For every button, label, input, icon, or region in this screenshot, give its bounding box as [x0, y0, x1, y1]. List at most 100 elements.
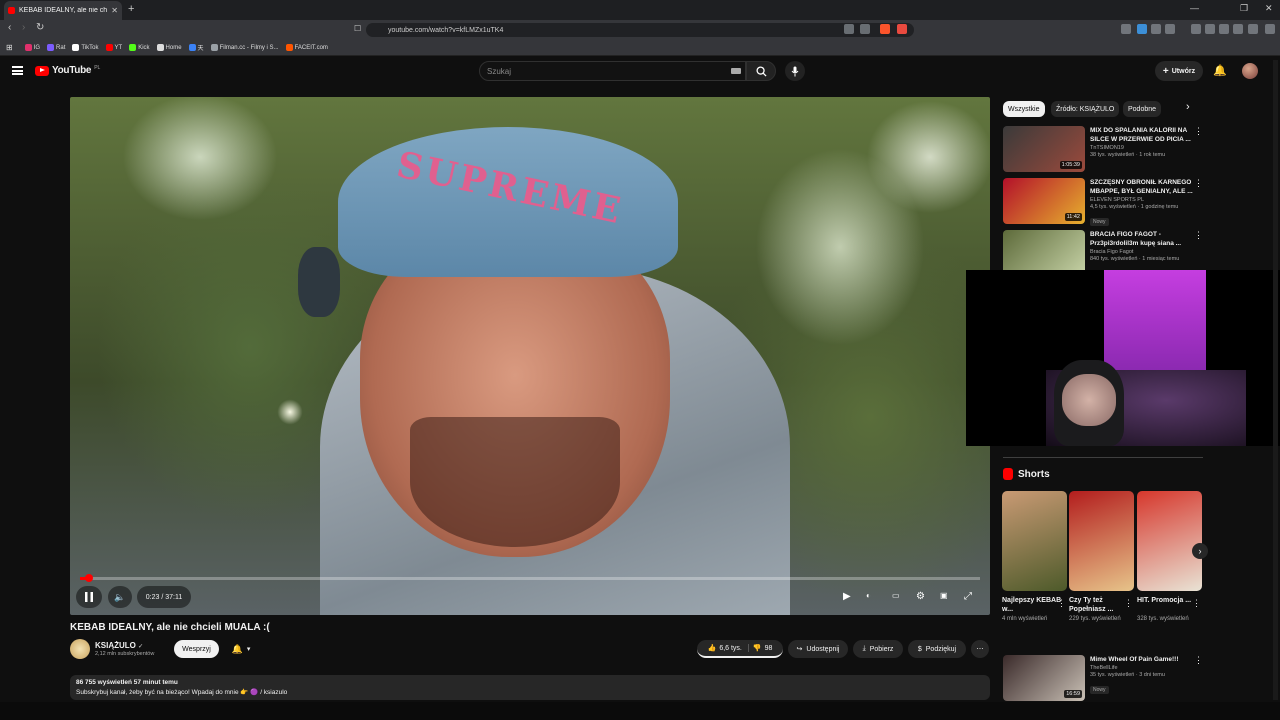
bookmark-favicon-icon: [156, 44, 164, 51]
more-vert-icon[interactable]: ⋮: [1194, 230, 1203, 241]
extension-icon[interactable]: [1165, 24, 1175, 34]
channel-name[interactable]: ELEVEN SPORTS PL: [1090, 197, 1200, 203]
youtube-logo[interactable]: YouTube PL: [35, 65, 100, 76]
description-box[interactable]: 86 755 wyświetleń 57 minut temu Subskryb…: [70, 675, 990, 700]
more-vert-icon[interactable]: ⋮: [1124, 598, 1133, 609]
more-vert-icon[interactable]: ⋮: [1194, 178, 1203, 189]
settings-gear-icon[interactable]: ⚙: [916, 591, 925, 602]
chips-next-icon[interactable]: ›: [1186, 101, 1190, 113]
video-title[interactable]: SZCZĘSNY OBRONIŁ KARNEGO MBAPPE, BYŁ GEN…: [1090, 178, 1200, 196]
chip-source-channel[interactable]: Źródło: KSIĄŻULO: [1051, 101, 1120, 117]
shorts-next-button[interactable]: ›: [1192, 543, 1208, 559]
reload-icon[interactable]: ↻: [36, 22, 44, 33]
download-button[interactable]: ⤓ Pobierz: [853, 640, 903, 658]
miniplayer-icon[interactable]: ▣: [940, 591, 948, 600]
video-thumbnail[interactable]: 1:05:39: [1003, 126, 1085, 172]
brave-rewards-icon[interactable]: [897, 24, 907, 34]
tabs-icon[interactable]: [1219, 24, 1229, 34]
support-button[interactable]: Wesprzyj: [174, 640, 219, 658]
chip-all[interactable]: Wszystkie: [1003, 101, 1045, 117]
voice-search-button[interactable]: [785, 61, 805, 81]
video-thumbnail[interactable]: 11:42: [1003, 178, 1085, 224]
bookmark-item[interactable]: YT: [105, 44, 122, 51]
video-title[interactable]: BRACIA FIGO FAGOT - Prz3pi3rdolil3m kupę…: [1090, 230, 1200, 248]
bookmark-icon[interactable]: ☐: [354, 24, 361, 33]
extension-icon[interactable]: [1121, 24, 1131, 34]
hamburger-menu-icon[interactable]: [12, 66, 23, 75]
sidebar-icon[interactable]: [1205, 24, 1215, 34]
subscription-bell-button[interactable]: 🔔 ▾: [224, 640, 258, 658]
vpn-icon[interactable]: [1248, 24, 1258, 34]
more-actions-button[interactable]: ⋯: [971, 640, 989, 658]
chip-related[interactable]: Podobne: [1123, 101, 1162, 117]
more-vert-icon[interactable]: ⋮: [1057, 598, 1066, 609]
extension-icon[interactable]: [1151, 24, 1161, 34]
bookmark-item[interactable]: 天: [188, 43, 204, 52]
more-vert-icon[interactable]: ⋮: [1192, 598, 1201, 609]
extension-icon[interactable]: [1137, 24, 1147, 34]
new-tab-button[interactable]: +: [128, 3, 134, 15]
music-icon[interactable]: [1191, 24, 1201, 34]
short-title[interactable]: Najlepszy KEBAB w...: [1002, 596, 1062, 614]
short-title[interactable]: Czy Ty też Popełniasz ...: [1069, 596, 1129, 614]
video-title[interactable]: MIX DO SPALANIA KALORII NA SILCE W PRZER…: [1090, 126, 1200, 144]
fullscreen-icon[interactable]: ⤢: [964, 591, 972, 602]
apps-grid-icon[interactable]: ⊞: [6, 43, 13, 52]
address-bar[interactable]: youtube.com/watch?v=kfLMZx1uTK4: [366, 23, 914, 37]
more-vert-icon[interactable]: ⋮: [1194, 126, 1203, 137]
bookmark-item[interactable]: Kick: [129, 44, 150, 51]
search-button[interactable]: [746, 61, 776, 81]
short-thumbnail[interactable]: [1137, 491, 1202, 591]
short-thumbnail[interactable]: [1002, 491, 1067, 591]
video-title[interactable]: Mime Wheel Of Pain Game!!!: [1090, 655, 1200, 664]
brave-shield-icon[interactable]: [880, 24, 890, 34]
scrollbar[interactable]: [1273, 60, 1278, 700]
bookmark-item[interactable]: Rat: [47, 44, 65, 51]
volume-button[interactable]: 🔈: [108, 586, 132, 608]
channel-name[interactable]: Bracia Figo Fagot: [1090, 249, 1200, 255]
autoplay-icon[interactable]: ▶: [843, 591, 851, 602]
forward-icon[interactable]: ›: [22, 22, 25, 33]
autoplay-toggle[interactable]: ◐: [866, 591, 871, 600]
notifications-bell-icon[interactable]: 🔔: [1213, 64, 1227, 77]
maximize-button[interactable]: ❐: [1240, 3, 1248, 14]
share-page-icon[interactable]: [860, 24, 870, 34]
more-vert-icon[interactable]: ⋮: [1194, 655, 1203, 666]
subtitles-icon[interactable]: ▭: [892, 591, 900, 600]
channel-name[interactable]: TheBellLife: [1090, 665, 1200, 671]
recommended-video[interactable]: 1:05:39 MIX DO SPALANIA KALORII NA SILCE …: [1003, 126, 1203, 174]
window-close-button[interactable]: ✕: [1265, 3, 1273, 14]
bookmark-item[interactable]: TikTok: [72, 44, 99, 51]
back-icon[interactable]: ‹: [8, 22, 11, 33]
channel-name[interactable]: TnTSIMON19: [1090, 145, 1200, 151]
video-player[interactable]: SUPREME: [70, 97, 990, 615]
dislike-button[interactable]: 👎 98: [753, 644, 773, 653]
bookmark-item[interactable]: FACEIT.com: [285, 44, 328, 51]
bookmark-item[interactable]: Home: [156, 44, 182, 51]
share-button[interactable]: ↪ Udostępnij: [788, 640, 848, 658]
recommended-video[interactable]: 16:59 Mime Wheel Of Pain Game!!! TheBellLi…: [1003, 655, 1203, 703]
tab-close-icon[interactable]: ✕: [111, 6, 118, 15]
recommended-video[interactable]: 11:42 SZCZĘSNY OBRONIŁ KARNEGO MBAPPE, BY…: [1003, 178, 1203, 226]
pause-button[interactable]: [76, 586, 102, 608]
bookmark-item[interactable]: IG: [24, 44, 40, 51]
search-input[interactable]: Szukaj: [479, 61, 746, 81]
thanks-button[interactable]: $ Podziękuj: [908, 640, 966, 658]
channel-name[interactable]: KSIĄŻULO ✓: [95, 641, 143, 650]
short-title[interactable]: HIT. Promocja ...: [1137, 596, 1197, 605]
video-thumbnail[interactable]: 16:59: [1003, 655, 1085, 701]
create-button[interactable]: + Utwórz: [1155, 61, 1203, 81]
channel-avatar[interactable]: [70, 639, 90, 659]
seek-bar[interactable]: [80, 577, 980, 580]
bookmark-item[interactable]: Filman.cc - Filmy i S...: [210, 44, 279, 51]
keyboard-icon[interactable]: [731, 68, 741, 74]
user-avatar[interactable]: [1242, 63, 1258, 79]
cast-icon[interactable]: [844, 24, 854, 34]
menu-icon[interactable]: [1265, 24, 1275, 34]
browser-tab[interactable]: KEBAB IDEALNY, ale nie chcie ✕: [4, 1, 122, 20]
like-button[interactable]: 👍 6,6 tys.: [708, 644, 749, 652]
minimize-button[interactable]: —: [1190, 3, 1199, 13]
dislike-count: 98: [764, 644, 773, 652]
ai-icon[interactable]: [1233, 24, 1243, 34]
short-thumbnail[interactable]: [1069, 491, 1134, 591]
